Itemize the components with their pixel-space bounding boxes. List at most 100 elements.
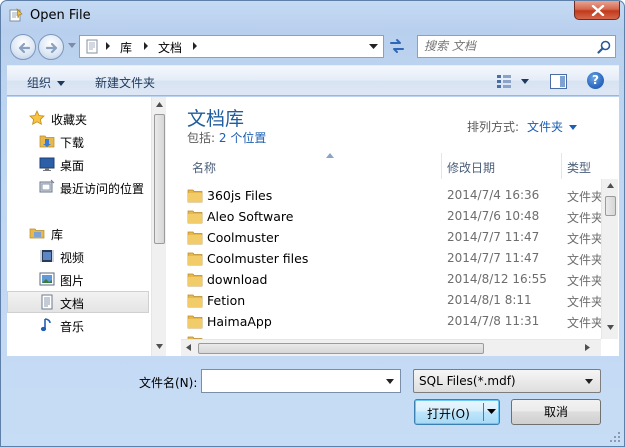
search-icon[interactable] [597, 40, 611, 54]
breadcrumb-library[interactable]: 库 [120, 39, 132, 56]
scroll-up-arrow-icon[interactable] [607, 183, 614, 188]
folder-icon [187, 210, 203, 224]
chevron-down-icon[interactable] [569, 125, 578, 130]
sidebar-item-pictures[interactable]: 图片 [7, 268, 149, 290]
cancel-button[interactable]: 取消 [511, 399, 601, 425]
file-type: 文件夹 [567, 253, 604, 267]
file-date: 2014/7/7 11:47 [447, 251, 540, 265]
command-bar: 组织 新建文件夹 ? [7, 65, 619, 96]
filename-input[interactable] [206, 373, 376, 387]
file-row[interactable]: 360js Files 2014/7/4 16:36 文件夹 [181, 185, 603, 206]
main-pane: 收藏夹 下载 桌面 最近访问的位置 库 视频 图片 文档 音乐 文档库 包括: … [7, 97, 619, 356]
forward-button[interactable] [38, 34, 64, 60]
preview-pane-icon[interactable] [550, 74, 567, 89]
scroll-left-arrow-icon[interactable] [186, 344, 191, 351]
scrollbar-thumb[interactable] [605, 196, 616, 216]
window-title: Open File [30, 8, 91, 23]
open-button[interactable]: 打开(O) [414, 399, 500, 425]
column-header: 名称 修改日期 类型 [181, 153, 619, 179]
back-button[interactable] [10, 34, 36, 60]
organize-menu-button[interactable]: 组织 [27, 74, 66, 91]
scrollbar-thumb[interactable] [154, 114, 165, 244]
open-file-dialog: Open File 库 文档 搜索 文档 组织 新建文件夹 ? 收藏夹 下载 桌… [0, 0, 625, 447]
new-folder-button[interactable]: 新建文件夹 [95, 74, 155, 91]
video-library-icon [40, 250, 54, 262]
file-row[interactable]: Coolmuster files 2014/7/7 11:47 文件夹 [181, 248, 604, 269]
sidebar-item-label: 桌面 [60, 159, 85, 173]
sidebar-item-favorites[interactable]: 收藏夹 [7, 107, 149, 129]
file-name: download [207, 272, 268, 287]
file-list-vertical-scrollbar[interactable] [601, 179, 618, 339]
column-name[interactable]: 名称 [192, 159, 216, 176]
breadcrumb-separator-icon[interactable] [143, 41, 149, 51]
column-divider[interactable] [441, 153, 442, 179]
sidebar-item-label: 下载 [60, 136, 85, 150]
includes-locations-link[interactable]: 2 个位置 [219, 131, 266, 145]
file-date: 2014/8/12 16:55 [447, 272, 547, 286]
breadcrumb-separator-icon[interactable] [105, 41, 111, 51]
file-type: 文件夹 [567, 232, 604, 246]
address-bar[interactable]: 库 文档 [79, 35, 384, 58]
file-row[interactable]: Aleo Software 2014/7/6 10:48 文件夹 [181, 206, 603, 227]
help-button[interactable]: ? [587, 72, 604, 89]
sidebar-item-desktop[interactable]: 桌面 [7, 153, 149, 175]
download-folder-icon [39, 135, 55, 148]
includes-label: 包括: [187, 131, 216, 145]
resize-grip-icon[interactable] [610, 432, 621, 443]
navigation-scrollbar[interactable] [151, 97, 166, 356]
documents-library-icon [41, 294, 53, 310]
file-date: 2014/7/6 10:48 [447, 209, 540, 223]
file-row[interactable]: HaimaApp 2014/7/8 11:31 文件夹 [181, 311, 603, 332]
file-date: 2014/7/7 11:47 [447, 230, 540, 244]
file-name: 360js Files [207, 188, 273, 203]
address-history-chevron-down-icon[interactable] [369, 44, 378, 50]
search-box[interactable] [417, 35, 616, 58]
arrange-by-dropdown[interactable]: 文件夹 [527, 120, 563, 134]
file-name: Coolmuster files [207, 251, 309, 266]
file-type: 文件夹 [567, 274, 604, 288]
recent-places-icon [39, 179, 55, 193]
refresh-icon [390, 39, 404, 53]
desktop-icon [39, 157, 55, 171]
file-row[interactable]: download 2014/8/12 16:55 文件夹 [181, 269, 604, 290]
scrollbar-thumb[interactable] [198, 343, 484, 354]
view-options-chevron-down-icon[interactable] [521, 79, 529, 84]
sidebar-item-videos[interactable]: 视频 [7, 245, 149, 267]
sidebar-item-label: 图片 [60, 274, 85, 288]
file-type-filter[interactable]: SQL Files(*.mdf) [413, 369, 601, 393]
library-title: 文档库 [187, 108, 245, 130]
sidebar-item-downloads[interactable]: 下载 [7, 130, 149, 152]
filename-history-chevron-down-icon[interactable] [386, 379, 394, 384]
folder-icon [187, 273, 203, 287]
recent-pages-chevron-down-icon[interactable] [68, 43, 76, 49]
close-button[interactable] [574, 1, 620, 20]
scroll-down-arrow-icon[interactable] [156, 344, 163, 349]
open-options-chevron-down-icon[interactable] [487, 409, 496, 415]
file-row[interactable]: Fetion 2014/8/1 8:11 文件夹 [181, 290, 603, 311]
scroll-up-arrow-icon[interactable] [156, 102, 163, 107]
breadcrumb-documents[interactable]: 文档 [158, 39, 182, 56]
file-row-partial[interactable] [181, 332, 601, 339]
arrange-label: 排列方式: [467, 120, 520, 134]
scroll-right-arrow-icon[interactable] [585, 344, 590, 351]
column-type[interactable]: 类型 [567, 159, 591, 176]
column-modified[interactable]: 修改日期 [447, 159, 495, 176]
sidebar-item-recent-places[interactable]: 最近访问的位置 [7, 176, 149, 198]
file-row[interactable]: Coolmuster 2014/7/7 11:47 文件夹 [181, 227, 604, 248]
folder-icon [187, 231, 203, 245]
change-view-icon[interactable] [496, 74, 512, 88]
search-input[interactable] [424, 39, 594, 53]
filename-combobox[interactable] [201, 369, 401, 393]
file-name: HaimaApp [207, 314, 272, 329]
sidebar-item-libraries[interactable]: 库 [7, 222, 149, 244]
file-list-horizontal-scrollbar[interactable] [181, 339, 601, 356]
refresh-button[interactable] [384, 35, 412, 58]
sidebar-item-documents[interactable]: 文档 [7, 291, 149, 313]
computer-location-icon [86, 39, 98, 54]
star-icon [29, 110, 45, 125]
breadcrumb-separator-icon[interactable] [192, 41, 198, 51]
sort-ascending-icon [326, 153, 334, 158]
scroll-down-arrow-icon[interactable] [607, 325, 614, 330]
column-divider[interactable] [561, 153, 562, 179]
sidebar-item-music[interactable]: 音乐 [7, 314, 149, 336]
